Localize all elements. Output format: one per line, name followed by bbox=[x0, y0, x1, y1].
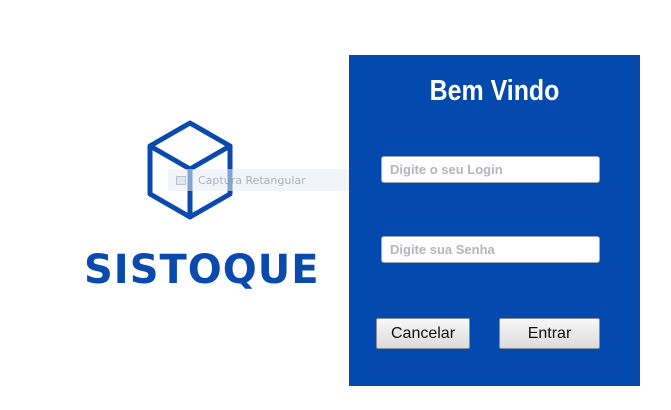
password-input[interactable] bbox=[381, 236, 600, 263]
login-window: SISTOQUE Captura Retangular Bem Vindo Ca… bbox=[0, 0, 671, 410]
cancel-button[interactable]: Cancelar bbox=[376, 318, 470, 349]
brand-name: SISTOQUE bbox=[84, 247, 320, 293]
enter-button[interactable]: Entrar bbox=[499, 318, 600, 349]
ghost-tooltip-label: Captura Retangular bbox=[198, 173, 306, 187]
login-panel: Bem Vindo Cancelar Entrar bbox=[349, 55, 640, 386]
welcome-title: Bem Vindo bbox=[429, 75, 560, 107]
capture-icon bbox=[176, 175, 186, 185]
login-input[interactable] bbox=[381, 156, 600, 183]
